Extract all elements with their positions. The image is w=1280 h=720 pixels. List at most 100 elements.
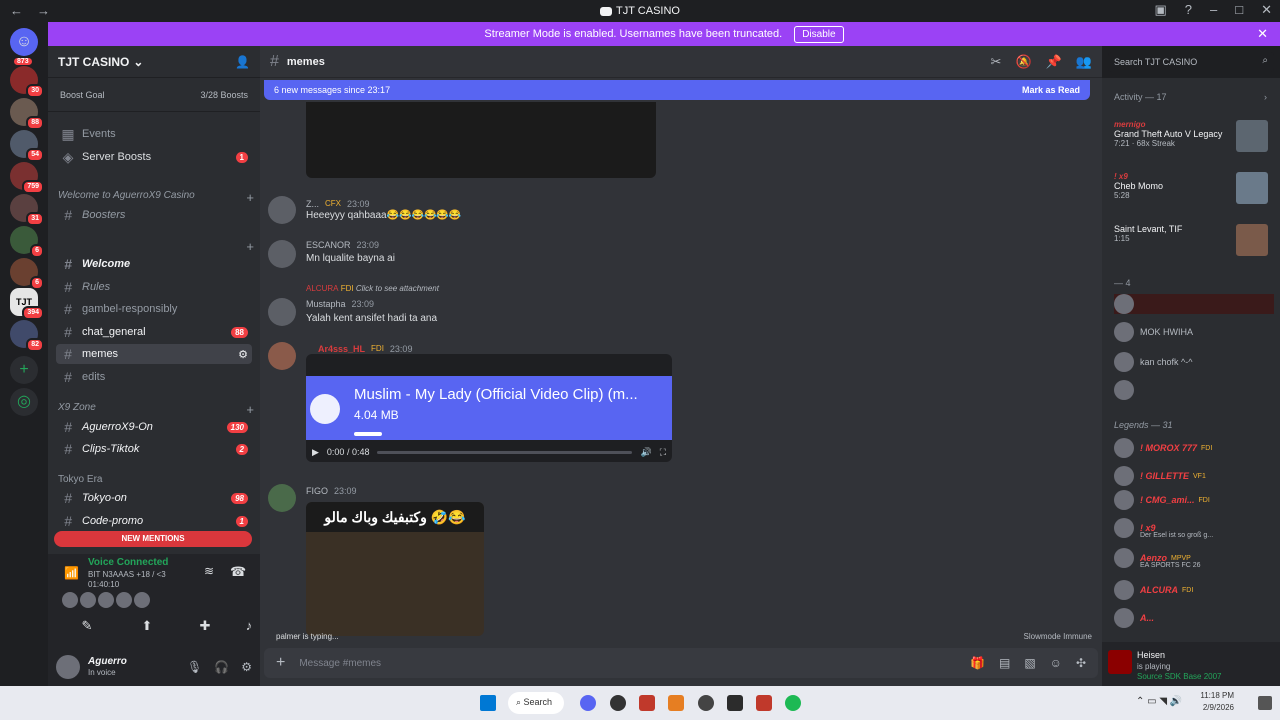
taskbar-search[interactable]: ⌕ Search — [508, 692, 564, 714]
activity-item[interactable]: ! x9 Cheb Momo 5:28 — [1114, 172, 1274, 204]
channel-chat-general[interactable]: # chat_general 88 — [56, 322, 252, 342]
activity-item[interactable]: Saint Levant, TIF 1:15 — [1114, 224, 1274, 256]
add-member-icon[interactable]: 👤 — [235, 55, 250, 69]
events-item[interactable]: ▦ Events — [56, 124, 252, 144]
member-item[interactable]: ! CMG_ami... FDI — [1114, 490, 1274, 510]
soundboard-icon[interactable]: ♪ — [238, 618, 260, 640]
server-icon[interactable]: 54 — [10, 130, 44, 162]
noise-suppression-icon[interactable]: ≋ — [204, 564, 214, 578]
boost-goal[interactable]: Boost Goal 3/28 Boosts — [48, 78, 260, 112]
member-item[interactable]: A... — [1114, 608, 1274, 628]
new-messages-bar[interactable]: 6 new messages since 23:17 Mark as Read — [264, 80, 1090, 100]
avatar[interactable] — [268, 196, 296, 224]
member-item[interactable]: Aenzo MPVP EA SPORTS FC 26 — [1114, 548, 1274, 569]
avatar[interactable] — [268, 298, 296, 326]
avatar[interactable] — [268, 342, 296, 370]
sticker-icon[interactable]: ▧ — [1024, 656, 1035, 670]
app-icon[interactable] — [756, 695, 772, 711]
inbox-icon[interactable]: ▣ — [1154, 2, 1166, 18]
mark-as-read-button[interactable]: Mark as Read — [1022, 85, 1080, 95]
emoji-icon[interactable]: ☺ — [1050, 656, 1062, 670]
channel-welcome[interactable]: # Welcome — [56, 254, 252, 274]
now-playing-card[interactable]: Heisen is playing Source SDK Base 2007 — [1102, 642, 1280, 686]
volume-icon[interactable]: 🔊 — [640, 447, 651, 458]
member-item[interactable] — [1114, 294, 1274, 314]
pause-icon[interactable] — [310, 394, 340, 424]
voice-status[interactable]: Voice Connected — [88, 557, 168, 568]
disconnect-icon[interactable]: ☎ — [230, 564, 246, 580]
close-button[interactable]: ✕ — [1261, 2, 1272, 18]
activities-icon[interactable]: ✚ — [194, 618, 216, 640]
image-attachment[interactable]: وكتبفيك وباك مالو 🤣😂 — [306, 502, 484, 636]
category-tokyo[interactable]: Tokyo Era — [58, 474, 254, 485]
message-input[interactable]: + Message #memes 🎁 ▤ ▧ ☺ ✣ — [264, 648, 1098, 678]
close-icon[interactable]: ✕ — [1257, 26, 1268, 42]
discord-app-icon[interactable] — [580, 695, 596, 711]
channel-code-promo[interactable]: # Code-promo 1 — [56, 511, 252, 531]
app-icon[interactable] — [610, 695, 626, 711]
steam-icon[interactable] — [698, 695, 714, 711]
avatar[interactable] — [116, 592, 132, 608]
discover-icon[interactable]: ◎ — [10, 388, 38, 416]
disable-button[interactable]: Disable — [794, 25, 844, 43]
system-tray[interactable]: ⌃ ▭ ◥ 🔊 — [1136, 696, 1182, 707]
member-list-icon[interactable]: 👥 — [1076, 54, 1092, 70]
clock[interactable]: 11:18 PM 2/9/2026 — [1200, 690, 1234, 714]
add-channel-icon[interactable]: + — [246, 239, 254, 254]
category-x9zone[interactable]: X9 Zone + — [58, 402, 254, 417]
image-attachment[interactable] — [306, 102, 656, 178]
channel-aguerro[interactable]: # AguerroX9-On 130 — [56, 417, 252, 437]
avatar[interactable] — [268, 240, 296, 268]
add-channel-icon[interactable]: + — [246, 402, 254, 417]
server-icon[interactable]: 88 — [10, 98, 44, 130]
category-welcome[interactable]: Welcome to AguerroX9 Casino + — [58, 190, 254, 205]
gif-icon[interactable]: ▤ — [999, 656, 1010, 670]
add-attachment-icon[interactable]: + — [276, 654, 285, 672]
avatar[interactable] — [98, 592, 114, 608]
video-attachment[interactable]: Muslim - My Lady (Official Video Clip) (… — [306, 354, 672, 462]
fullscreen-icon[interactable]: ⛶ — [660, 447, 666, 458]
play-icon[interactable]: ▶ — [312, 447, 319, 458]
server-icon-selected[interactable]: TJT 394 — [10, 288, 44, 320]
app-icon[interactable] — [727, 695, 743, 711]
settings-gear-icon[interactable]: ⚙ — [238, 348, 248, 361]
server-boosts-item[interactable]: ◈ Server Boosts 1 — [56, 147, 252, 167]
member-item[interactable]: MOK HWIHA — [1114, 322, 1274, 342]
threads-icon[interactable]: ✂ — [991, 54, 1002, 70]
voice-channel[interactable]: BIT N3AAAS +18 / <3 — [88, 570, 166, 579]
add-server-icon[interactable]: + — [10, 356, 38, 384]
browser-icon[interactable] — [639, 695, 655, 711]
windows-start-icon[interactable] — [480, 695, 496, 711]
screen-share-icon[interactable]: ⬆ — [136, 618, 158, 640]
minimize-button[interactable]: – — [1210, 2, 1217, 18]
pin-icon[interactable]: 📌 — [1046, 54, 1062, 70]
server-icon[interactable]: 31 — [10, 194, 44, 226]
help-icon[interactable]: ? — [1185, 2, 1192, 18]
channel-edits[interactable]: # edits — [56, 367, 252, 387]
server-icon[interactable]: 6 — [10, 258, 44, 290]
channel-tokyo-on[interactable]: # Tokyo-on 98 — [56, 488, 252, 508]
apps-icon[interactable]: ✣ — [1076, 656, 1086, 670]
avatar[interactable] — [80, 592, 96, 608]
gift-icon[interactable]: 🎁 — [970, 656, 985, 670]
server-header[interactable]: TJT CASINO ⌄ 👤 — [48, 46, 260, 78]
avatar[interactable] — [62, 592, 78, 608]
member-item[interactable]: ! MOROX 777 FDI — [1114, 438, 1274, 458]
category-unnamed[interactable]: + — [58, 239, 254, 254]
spotify-icon[interactable] — [785, 695, 801, 711]
activity-item[interactable]: mernigo Grand Theft Auto V Legacy 7:21 ·… — [1114, 120, 1274, 152]
channel-boosters[interactable]: # Boosters — [56, 205, 252, 225]
reply-preview[interactable]: ALCURA FDI Click to see attachment — [306, 284, 439, 293]
notifications-off-icon[interactable]: 🔕 — [1015, 54, 1031, 70]
avatar[interactable] — [56, 655, 80, 679]
activity-header[interactable]: Activity — 17 › — [1114, 92, 1267, 102]
progress-bar[interactable] — [377, 450, 633, 454]
microphone-icon[interactable]: 🎙 — [187, 660, 202, 674]
notifications-icon[interactable] — [1258, 696, 1272, 710]
avatar[interactable] — [134, 592, 150, 608]
camera-off-icon[interactable]: ✎ — [76, 618, 98, 640]
channel-gamble[interactable]: # gambel-responsibly — [56, 299, 252, 319]
avatar[interactable] — [268, 484, 296, 512]
server-icon[interactable]: 6 — [10, 226, 44, 258]
member-item[interactable]: kan chofk ^-^ — [1114, 352, 1274, 372]
